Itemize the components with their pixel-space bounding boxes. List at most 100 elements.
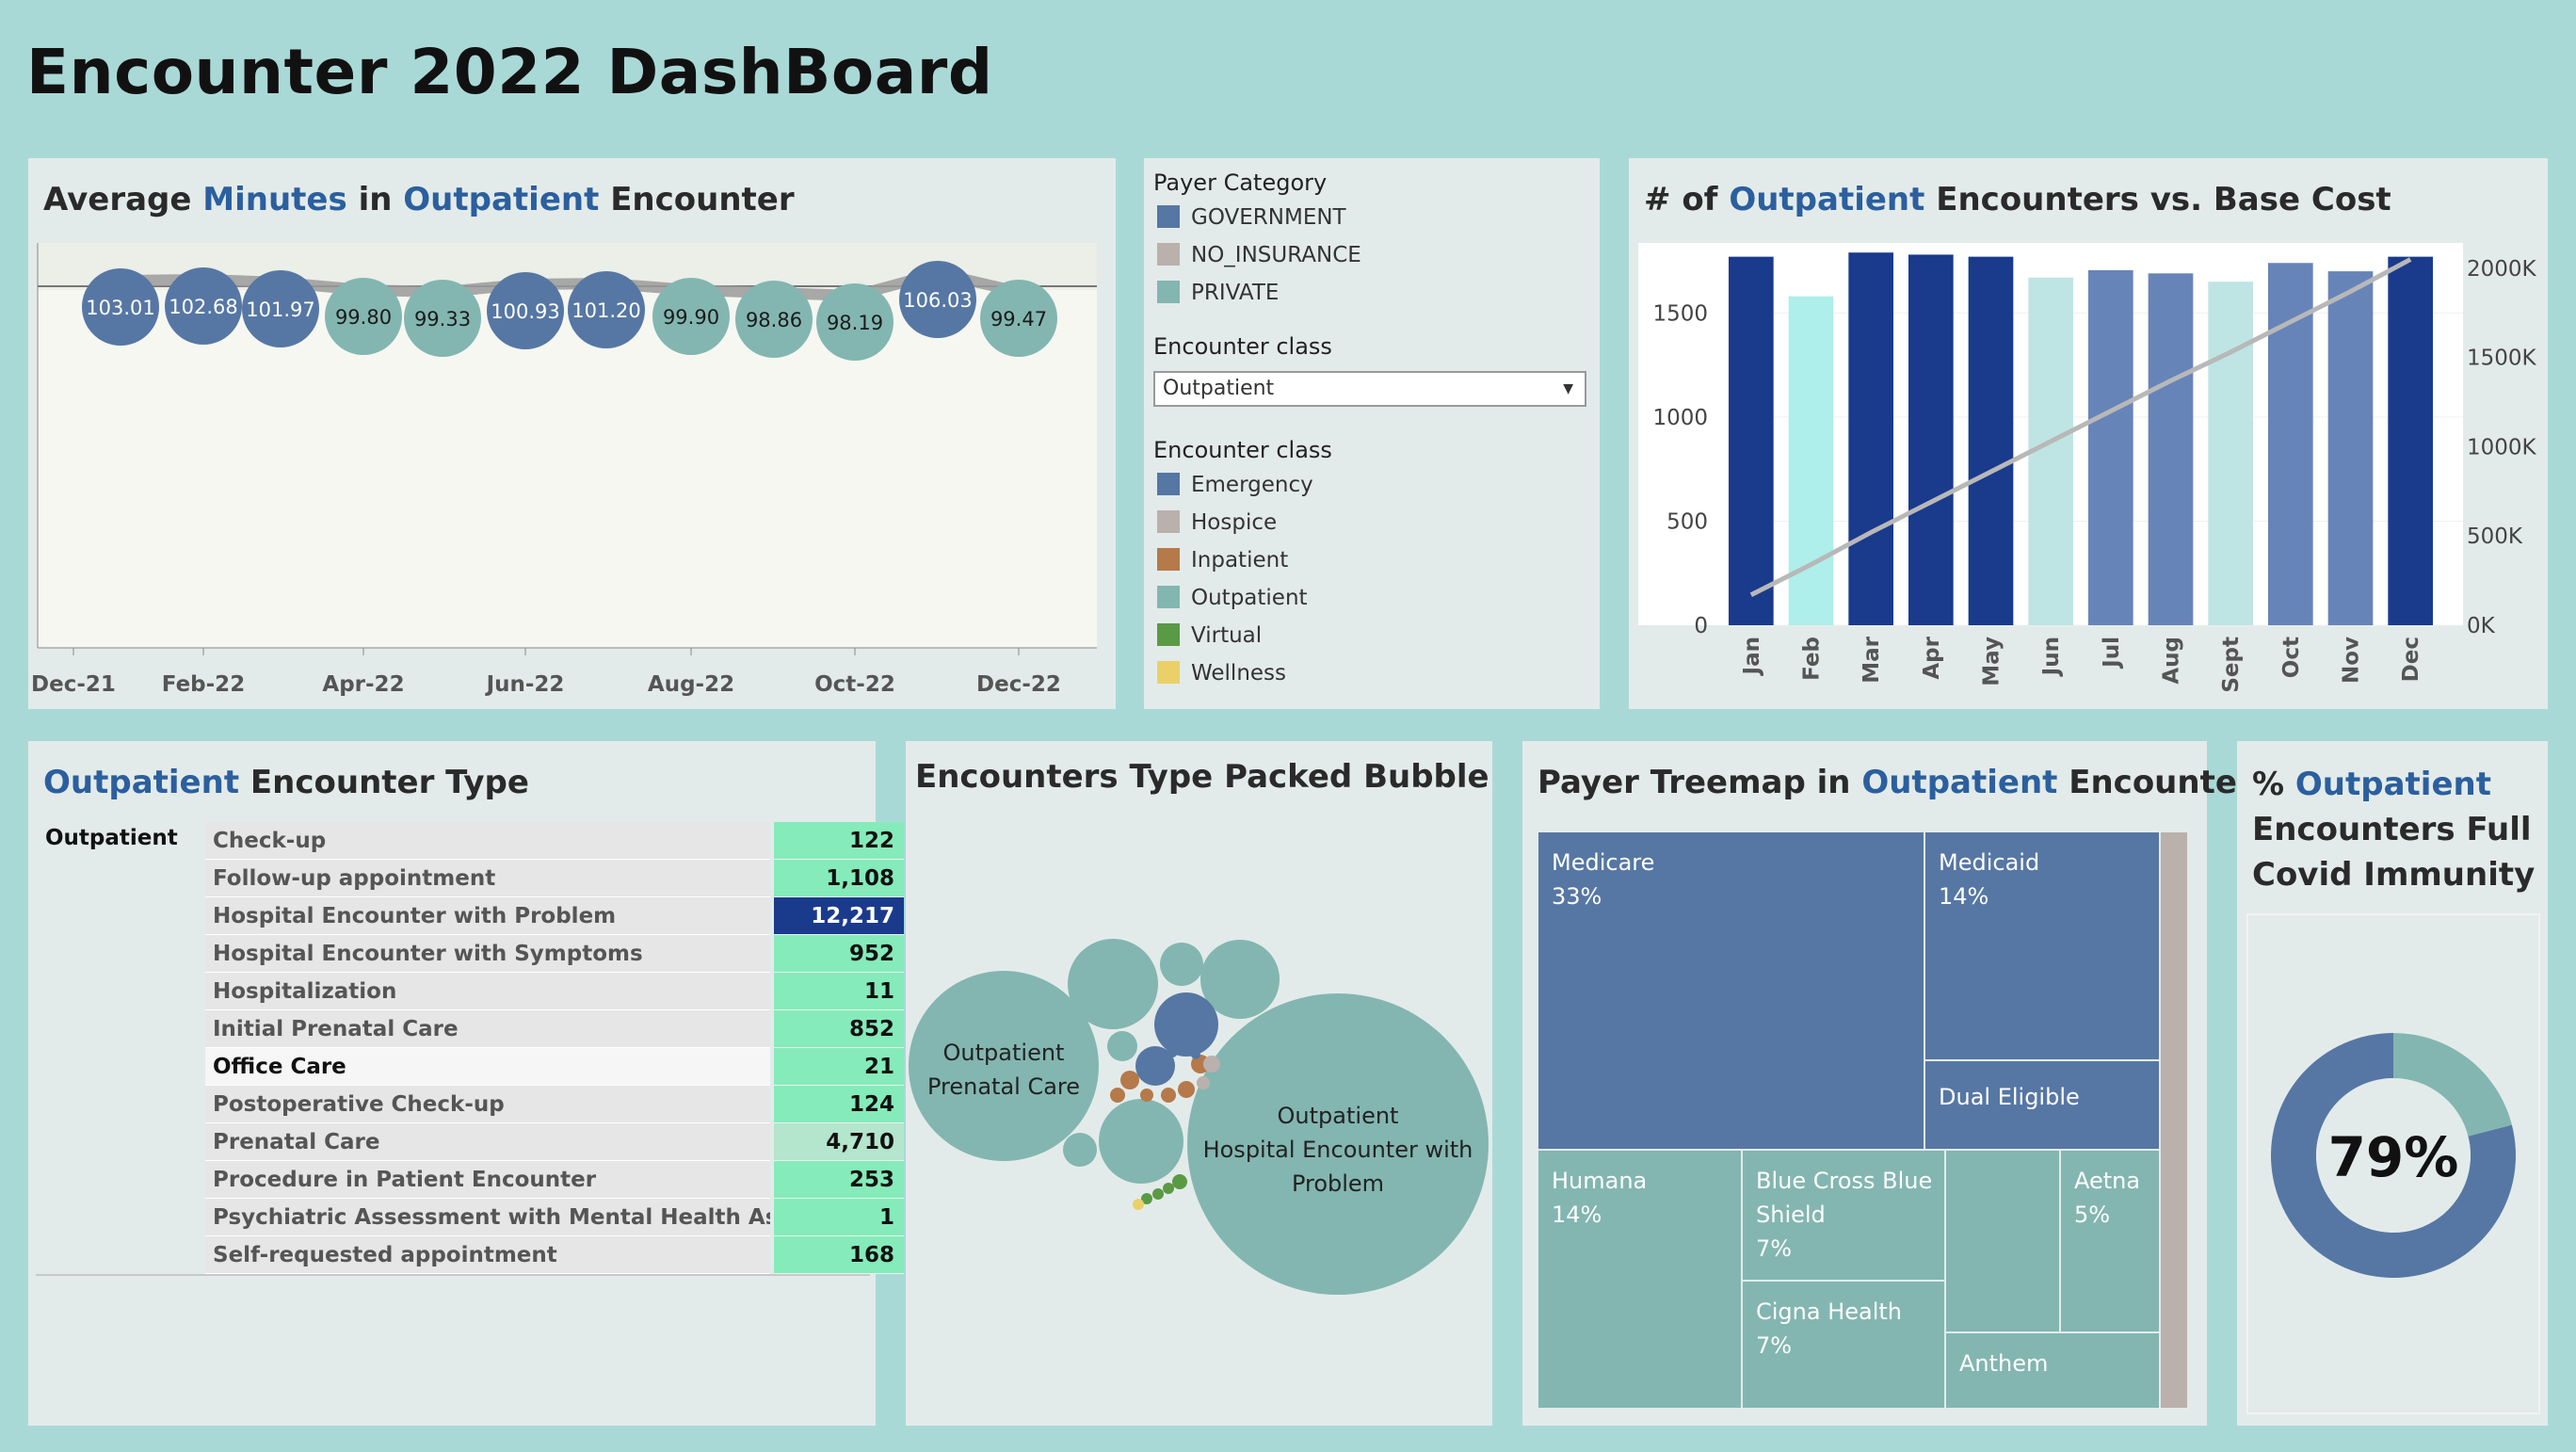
data-label: 99.47 xyxy=(990,308,1047,331)
table-row[interactable]: Initial Prenatal Care 852 xyxy=(36,1010,904,1048)
row-label: Postoperative Check-up xyxy=(205,1086,770,1123)
y2-tick-label: 1500K xyxy=(2467,347,2537,371)
row-label: Check-up xyxy=(205,822,770,860)
title-part-hl: Outpatient xyxy=(43,764,240,801)
cell-name: Medicare xyxy=(1552,849,1655,876)
row-value: 1,108 xyxy=(774,860,904,897)
treemap-aetna[interactable]: Aetna 5% xyxy=(2059,1149,2161,1333)
treemap-unlabeled[interactable] xyxy=(1944,1149,2061,1333)
table-row[interactable]: Hospital Encounter with Problem 12,217 xyxy=(36,897,904,935)
bubble xyxy=(1140,1089,1153,1102)
bubble xyxy=(1197,1076,1210,1089)
avg-minutes-chart[interactable]: 103.01 102.68 101.97 99.80 99.33 100.93 101.20… xyxy=(28,239,1116,709)
cell-name: Anthem xyxy=(1959,1350,2049,1377)
encounters-cost-chart[interactable]: 0 500 1000 1500 0K 500K 1000K 1500K 2000K Jan Feb M… xyxy=(1629,239,2548,709)
encounter-class-legend-title: Encounter class xyxy=(1153,437,1332,463)
bar xyxy=(2088,270,2133,625)
bubble xyxy=(1191,1050,1200,1059)
legend-swatch xyxy=(1157,280,1180,303)
bubble xyxy=(1172,1174,1187,1189)
legend-label: Emergency xyxy=(1191,473,1313,497)
treemap-no-insurance[interactable] xyxy=(2159,831,2189,1410)
table-row[interactable]: Procedure in Patient Encounter 253 xyxy=(36,1161,904,1199)
legend-swatch xyxy=(1157,585,1180,608)
treemap-cigna[interactable]: Cigna Health 7% xyxy=(1741,1280,1946,1410)
covid-immunity-title: % Outpatient Encounters Full Covid Immun… xyxy=(2252,762,2535,897)
data-label: 102.68 xyxy=(169,296,237,318)
bubble xyxy=(1154,992,1218,1057)
treemap-dual-eligible[interactable]: Dual Eligible xyxy=(1924,1059,2161,1151)
row-value: 168 xyxy=(774,1236,904,1274)
row-label: Hospital Encounter with Problem xyxy=(205,897,770,935)
bubble xyxy=(1167,1046,1178,1057)
class-legend-item[interactable]: Outpatient xyxy=(1157,584,1308,612)
encounters-cost-panel: # of Outpatient Encounters vs. Base Cost… xyxy=(1629,158,2548,709)
class-legend-item[interactable]: Virtual xyxy=(1157,621,1262,650)
cell-pct: 14% xyxy=(1939,883,1989,910)
treemap-medicare[interactable]: Medicare 33% xyxy=(1537,831,1925,1151)
payer-legend-item[interactable]: NO_INSURANCE xyxy=(1157,241,1361,269)
legend-label: Hospice xyxy=(1191,510,1278,535)
data-label: 106.03 xyxy=(903,289,972,312)
bubble xyxy=(1110,1088,1125,1103)
treemap-medicaid[interactable]: Medicaid 14% xyxy=(1924,831,2161,1061)
table-row[interactable]: Postoperative Check-up 124 xyxy=(36,1086,904,1123)
x-tick-label: Jun xyxy=(2039,637,2064,677)
packed-bubble-chart[interactable]: Outpatient Hospital Encounter with Problem… xyxy=(906,741,1492,1426)
class-legend-item[interactable]: Inpatient xyxy=(1157,546,1288,574)
table-row[interactable]: Office Care 21 xyxy=(36,1048,904,1086)
table-row[interactable]: Hospital Encounter with Symptoms 952 xyxy=(36,935,904,973)
x-tick-label: Dec-21 xyxy=(31,672,116,697)
title-part: in xyxy=(346,181,404,218)
bar xyxy=(2148,273,2194,625)
title-part: Covid Immunity xyxy=(2252,856,2536,894)
legend-label: GOVERNMENT xyxy=(1191,205,1346,230)
title-part-hl: Outpatient xyxy=(403,181,600,218)
covid-immunity-donut[interactable]: 79% xyxy=(2246,913,2540,1414)
table-row[interactable]: Psychiatric Assessment with Mental Healt… xyxy=(36,1199,904,1236)
table-row[interactable]: Follow-up appointment 1,108 xyxy=(36,860,904,897)
legend-swatch xyxy=(1157,204,1180,228)
y2-tick-label: 2000K xyxy=(2467,257,2537,282)
data-label: 99.80 xyxy=(335,306,392,329)
class-legend-item[interactable]: Wellness xyxy=(1157,659,1286,687)
payer-treemap-panel: Payer Treemap in Outpatient Encounter Me… xyxy=(1522,741,2253,1426)
class-legend-item[interactable]: Hospice xyxy=(1157,508,1277,537)
encounters-cost-title: # of Outpatient Encounters vs. Base Cost xyxy=(1644,181,2391,218)
data-label: 100.93 xyxy=(491,300,559,323)
cell-pct: 7% xyxy=(1756,1332,1793,1359)
encounter-type-title: Outpatient Encounter Type xyxy=(43,764,529,801)
row-value: 1 xyxy=(774,1199,904,1236)
title-part: Encounters vs. Base Cost xyxy=(1924,181,2391,218)
row-label: Initial Prenatal Care xyxy=(205,1010,770,1048)
class-legend-item[interactable]: Emergency xyxy=(1157,471,1313,499)
x-tick-label: Jun-22 xyxy=(485,672,565,697)
legend-label: Wellness xyxy=(1191,661,1287,686)
table-row[interactable]: Prenatal Care 4,710 xyxy=(36,1123,904,1161)
encounter-class-dropdown[interactable]: Outpatient ▼ xyxy=(1153,371,1586,407)
treemap-humana[interactable]: Humana 14% xyxy=(1537,1149,1743,1410)
data-label: 101.20 xyxy=(572,299,640,322)
bubble-label: Prenatal Care xyxy=(927,1073,1080,1100)
row-value: 11 xyxy=(774,973,904,1010)
row-value: 4,710 xyxy=(774,1123,904,1161)
title-part: Average xyxy=(43,181,203,218)
treemap-blue-cross[interactable]: Blue Cross Blue Shield 7% xyxy=(1741,1149,1946,1282)
bar xyxy=(1908,254,1954,625)
legend-label: NO_INSURANCE xyxy=(1191,243,1361,267)
payer-legend-item[interactable]: GOVERNMENT xyxy=(1157,203,1346,232)
table-row[interactable]: Self-requested appointment 168 xyxy=(36,1236,904,1274)
title-part: Encounter Type xyxy=(239,764,529,801)
treemap-anthem[interactable]: Anthem xyxy=(1944,1331,2161,1410)
table-bottom-rule xyxy=(36,1274,870,1276)
table-row[interactable]: Check-up 122 xyxy=(36,822,904,860)
x-tick-label: May xyxy=(1980,637,2004,686)
row-value: 852 xyxy=(774,1010,904,1048)
bubble xyxy=(1099,1099,1183,1184)
table-row[interactable]: Hospitalization 11 xyxy=(36,973,904,1010)
x-tick-label: Jul xyxy=(2100,637,2124,670)
payer-legend-item[interactable]: PRIVATE xyxy=(1157,279,1279,307)
x-tick-label: Oct-22 xyxy=(814,672,895,697)
row-value: 253 xyxy=(774,1161,904,1199)
bubble xyxy=(1120,1071,1139,1089)
